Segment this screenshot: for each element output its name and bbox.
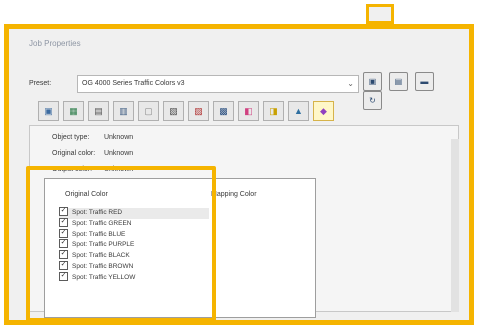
preset-row: Preset: OG 4000 Series Traffic Colors v3… [25,72,459,110]
calibration-icon: ▨ [194,106,203,116]
preset-value: OG 4000 Series Traffic Colors v3 [82,80,185,87]
printer-icon: ▩ [219,106,228,116]
tab-document[interactable]: ▧ [163,101,184,121]
layout-icon: ▦ [69,106,78,116]
image-icon: ▣ [44,106,53,116]
original-color-label: Original color: [52,150,96,157]
color-mapping-icon: ◆ [320,106,327,116]
preset-buttons: ▣ ▤ ▬ ↻ [363,72,459,110]
chevron-down-icon: ⌄ [347,79,354,88]
tab-page[interactable]: ▤ [88,101,109,121]
mountain-icon: ▲ [294,106,303,116]
tab-image[interactable]: ▣ [38,101,59,121]
tab-frame[interactable]: ▢ [138,101,159,121]
object-type-row: Object type: Unknown [52,134,133,141]
mapping-color-header: Mapping Color [211,191,257,198]
reset-icon: ↻ [369,96,376,105]
preset-dropdown[interactable]: OG 4000 Series Traffic Colors v3 ⌄ [77,75,359,93]
tab-calibration[interactable]: ▨ [188,101,209,121]
small-highlight-box [366,4,394,24]
manage-presets-button[interactable]: ▬ [414,72,434,91]
page-icon: ▤ [94,106,103,116]
color-swatch-icon: ◧ [244,106,253,116]
preset-label: Preset: [29,80,52,87]
frame-icon: ▢ [144,106,153,116]
save-preset-button[interactable]: ▣ [363,72,382,91]
original-color-value: Unknown [103,150,134,157]
tab-layout[interactable]: ▦ [63,101,84,121]
original-color-row: Original color: Unknown [52,150,133,157]
title-bar: Job Properties [9,29,469,65]
save-as-preset-button[interactable]: ▤ [388,72,408,91]
property-tabs: ▣ ▦ ▤ ▥ ▢ ▧ ▨ ▩ ◧ ◨ ▲ ◆ [38,101,338,125]
window-title: Job Properties [29,39,81,48]
monitor-icon: ▥ [119,106,128,116]
tab-color-mapping[interactable]: ◆ [313,101,334,121]
folder-icon: ▬ [420,77,429,86]
document-icon: ▧ [169,106,178,116]
tab-monitor[interactable]: ▥ [113,101,134,121]
panel-scrollbar[interactable] [451,139,459,312]
reset-preset-button[interactable]: ↻ [363,91,382,110]
tab-printer[interactable]: ▩ [213,101,234,121]
tab-color-swatch[interactable]: ◧ [238,101,259,121]
object-type-label: Object type: [52,134,90,141]
tab-mountain[interactable]: ▲ [288,101,309,121]
object-type-value: Unknown [103,134,134,141]
save-icon: ▣ [368,77,377,86]
channels-icon: ◨ [269,106,278,116]
original-color-highlight-box [26,166,216,322]
tab-channels[interactable]: ◨ [263,101,284,121]
save-as-icon: ▤ [394,77,403,86]
